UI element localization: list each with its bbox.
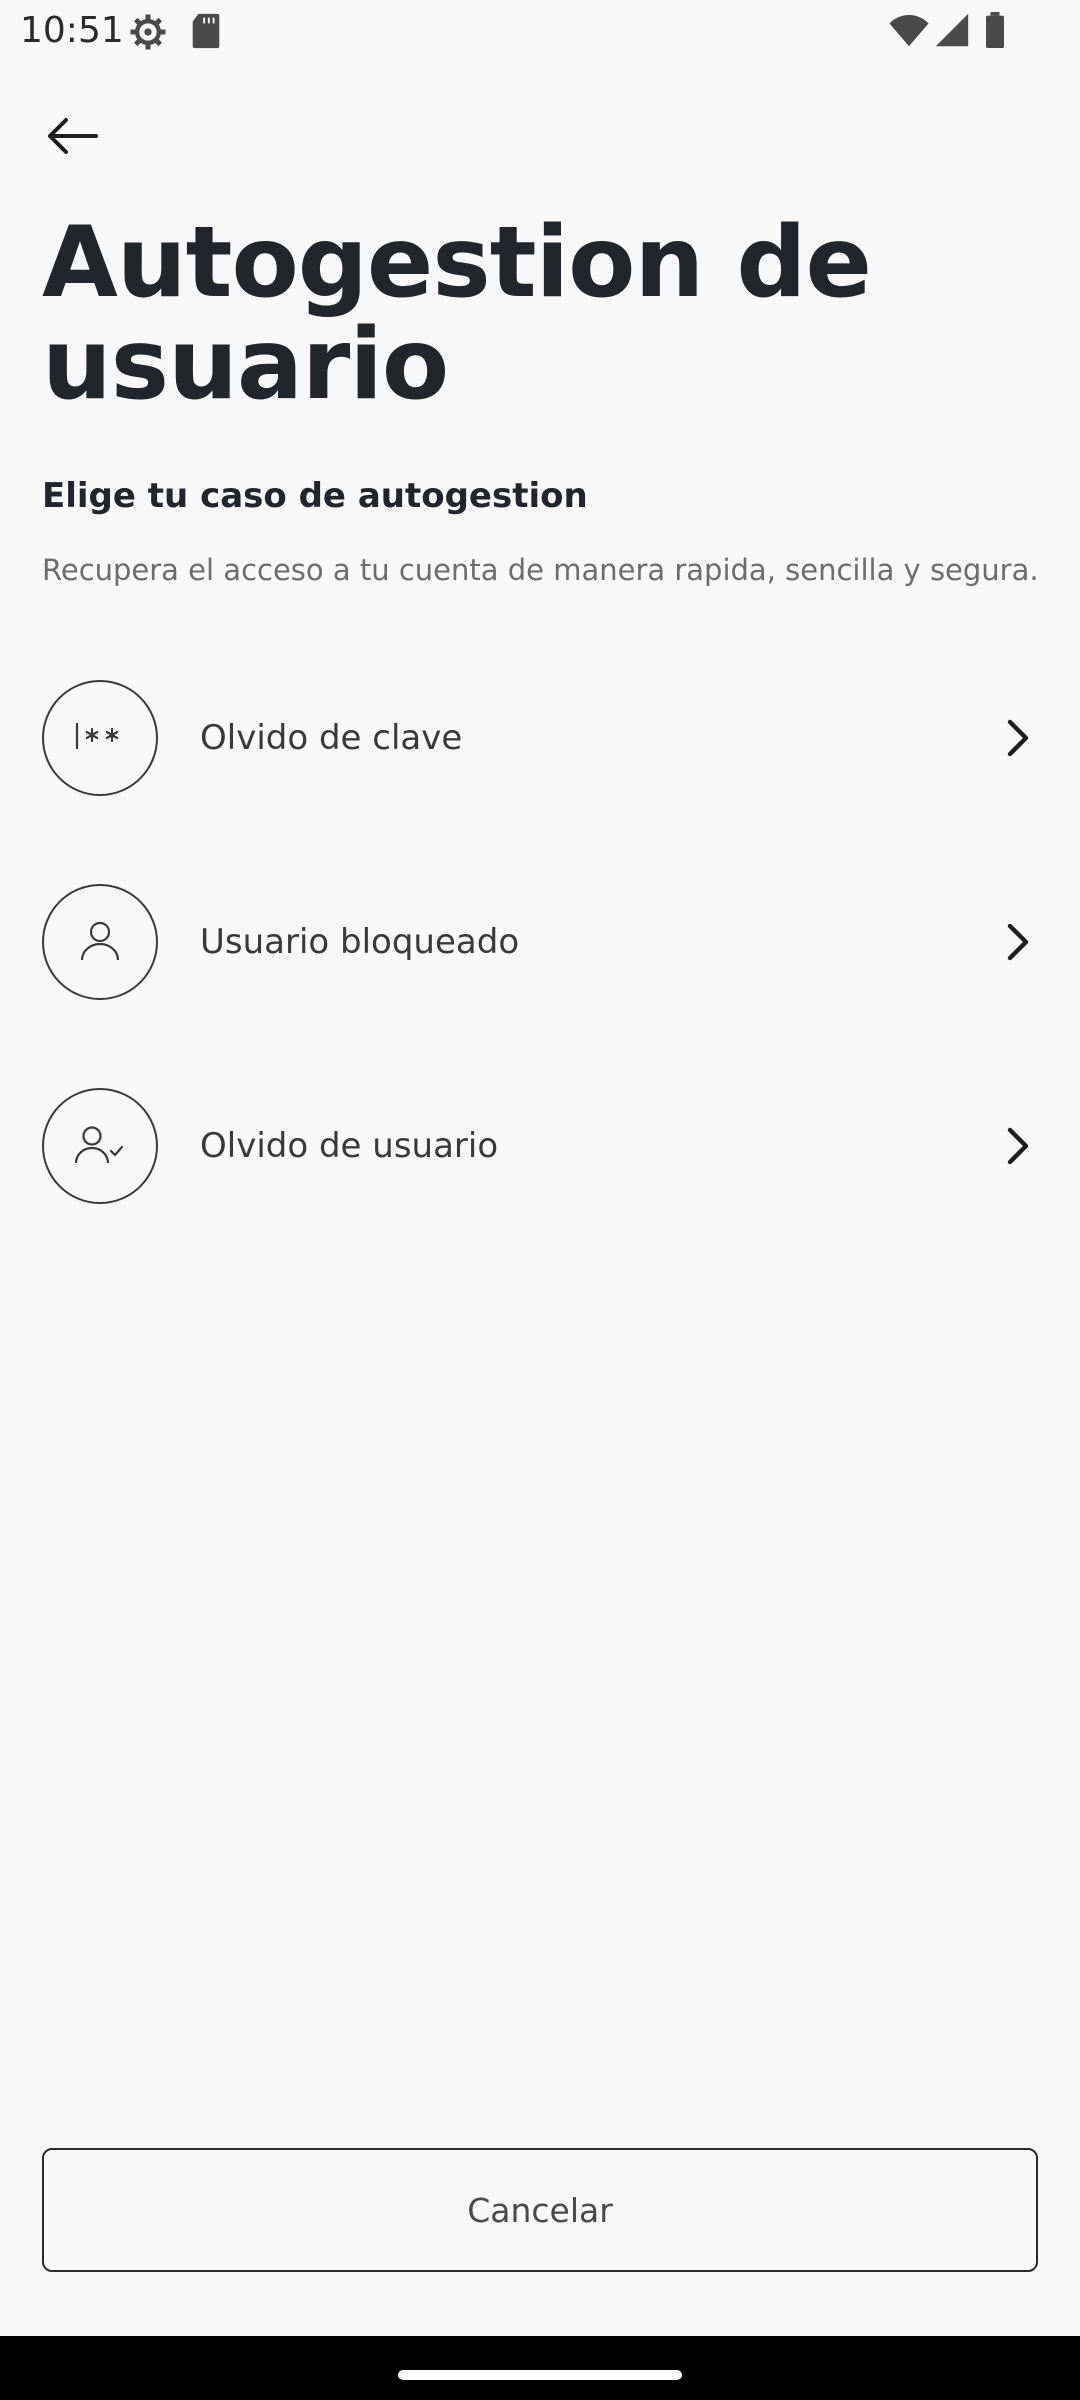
section-heading: Elige tu caso de autogestion bbox=[42, 476, 588, 516]
signal-icon bbox=[934, 12, 970, 52]
option-icon-circle bbox=[42, 1088, 158, 1204]
option-icon-circle bbox=[42, 680, 158, 796]
option-usuario-bloqueado[interactable]: Usuario bloqueado bbox=[42, 882, 1038, 1002]
password-icon bbox=[74, 719, 126, 757]
option-label: Usuario bloqueado bbox=[200, 922, 520, 962]
option-label: Olvido de clave bbox=[200, 718, 463, 758]
chevron-right-icon bbox=[998, 718, 1038, 758]
option-olvido-de-usuario[interactable]: Olvido de usuario bbox=[42, 1086, 1038, 1206]
option-label: Olvido de usuario bbox=[200, 1126, 499, 1166]
home-indicator[interactable] bbox=[398, 2370, 682, 2380]
chevron-right-icon bbox=[998, 1126, 1038, 1166]
cancel-button[interactable]: Cancelar bbox=[42, 2148, 1038, 2272]
wifi-icon bbox=[888, 14, 930, 52]
settings-icon bbox=[128, 12, 168, 56]
back-button[interactable] bbox=[40, 106, 104, 170]
user-icon bbox=[78, 918, 122, 966]
option-icon-circle bbox=[42, 884, 158, 1000]
arrow-left-icon bbox=[46, 116, 98, 160]
status-bar: 10:51 bbox=[0, 0, 1080, 62]
navigation-bar bbox=[0, 2336, 1080, 2400]
battery-icon bbox=[984, 12, 1006, 52]
status-time: 10:51 bbox=[20, 10, 124, 51]
chevron-right-icon bbox=[998, 922, 1038, 962]
option-olvido-de-clave[interactable]: Olvido de clave bbox=[42, 678, 1038, 798]
user-check-icon bbox=[74, 1123, 126, 1169]
sd-card-icon bbox=[190, 12, 222, 54]
section-description: Recupera el acceso a tu cuenta de manera… bbox=[42, 553, 1039, 587]
page-title: Autogestion de usuario bbox=[42, 206, 872, 422]
